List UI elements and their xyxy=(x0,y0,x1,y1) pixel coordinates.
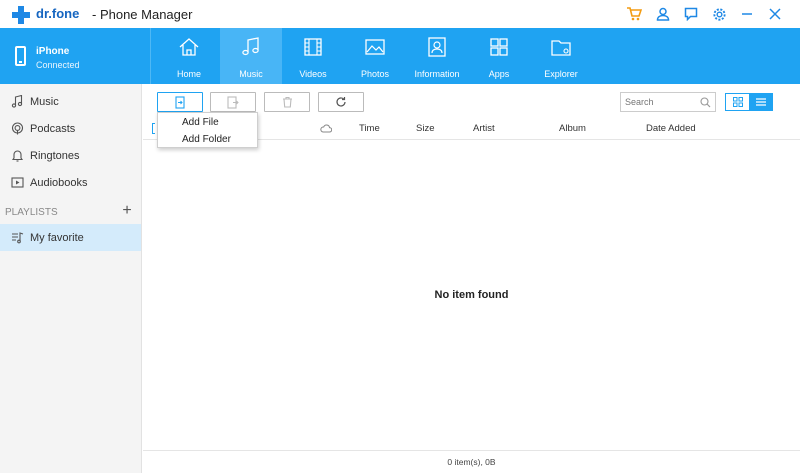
app-name: - Phone Manager xyxy=(92,7,193,22)
sidebar-item-audiobooks[interactable]: Audiobooks xyxy=(0,169,141,196)
tab-home[interactable]: Home xyxy=(158,28,220,84)
search-box xyxy=(620,92,716,112)
contact-card-icon xyxy=(428,37,446,57)
grid-view-button[interactable] xyxy=(726,94,749,110)
minimize-icon[interactable] xyxy=(736,4,758,24)
sidebar-item-label: Ringtones xyxy=(30,149,80,162)
refresh-icon xyxy=(336,97,346,107)
music-icon xyxy=(242,37,259,56)
column-album[interactable]: Album xyxy=(559,123,586,134)
playlist-icon xyxy=(12,232,24,244)
delete-button[interactable] xyxy=(264,92,310,112)
tab-information-label: Information xyxy=(414,69,460,79)
tab-home-label: Home xyxy=(176,69,201,79)
drfone-logo-icon xyxy=(12,6,30,24)
column-time[interactable]: Time xyxy=(359,123,380,134)
brand-name: dr.fone xyxy=(36,6,80,21)
playlists-header-label: PLAYLISTS xyxy=(5,206,58,218)
add-button[interactable] xyxy=(157,92,203,112)
sidebar-item-label: My favorite xyxy=(30,231,84,244)
export-button[interactable] xyxy=(210,92,256,112)
sidebar-item-label: Audiobooks xyxy=(30,176,88,189)
playlists-header: PLAYLISTS + xyxy=(0,200,141,224)
search-input[interactable] xyxy=(621,93,697,111)
export-icon xyxy=(227,95,239,109)
tab-apps-label: Apps xyxy=(488,69,510,79)
empty-message: No item found xyxy=(434,289,509,301)
tab-photos-label: Photos xyxy=(360,69,390,79)
sidebar: Music Podcasts Ringtones Audiobooks PLAY… xyxy=(0,84,142,473)
trash-icon xyxy=(282,96,292,108)
view-toggle xyxy=(725,93,773,111)
device-name: iPhone xyxy=(36,46,70,57)
tab-information[interactable]: Information xyxy=(406,28,468,84)
column-artist[interactable]: Artist xyxy=(473,123,495,134)
add-file-icon xyxy=(175,95,185,109)
film-icon xyxy=(304,38,322,56)
refresh-button[interactable] xyxy=(318,92,364,112)
select-all-checkbox[interactable] xyxy=(152,123,155,134)
cart-icon[interactable] xyxy=(623,4,645,24)
cloud-icon xyxy=(320,124,332,133)
sidebar-item-music[interactable]: Music xyxy=(0,88,141,115)
image-icon xyxy=(365,39,385,55)
title-bar: dr.fone - Phone Manager xyxy=(0,0,800,28)
list-view-button[interactable] xyxy=(749,94,772,110)
folder-icon xyxy=(551,40,571,56)
tab-photos[interactable]: Photos xyxy=(344,28,406,84)
search-icon[interactable] xyxy=(700,97,711,108)
sidebar-item-label: Music xyxy=(30,95,59,108)
sidebar-item-podcasts[interactable]: Podcasts xyxy=(0,115,141,142)
sidebar-item-label: Podcasts xyxy=(30,122,76,135)
tab-explorer-label: Explorer xyxy=(544,69,578,79)
column-date-added[interactable]: Date Added xyxy=(646,123,696,134)
podcast-icon xyxy=(11,122,24,135)
sidebar-item-ringtones[interactable]: Ringtones xyxy=(0,142,141,169)
music-note-icon xyxy=(11,95,23,108)
phone-icon xyxy=(15,46,26,66)
audiobook-icon xyxy=(11,177,24,188)
top-navigation-bar: iPhone Connected Home Music Videos Photo… xyxy=(0,28,800,84)
add-playlist-button[interactable]: + xyxy=(119,202,135,220)
tab-videos-label: Videos xyxy=(299,69,327,79)
feedback-icon[interactable] xyxy=(680,4,702,24)
sidebar-item-my-favorite[interactable]: My favorite xyxy=(0,224,141,251)
tab-music[interactable]: Music xyxy=(220,28,282,84)
nav-divider xyxy=(150,28,151,84)
main-nav: Home Music Videos Photos Information App… xyxy=(158,28,592,84)
apps-grid-icon xyxy=(490,38,508,56)
tab-music-label: Music xyxy=(239,69,263,79)
song-list-area: No item found xyxy=(143,140,800,450)
menu-item-add-file[interactable]: Add File xyxy=(158,114,257,130)
tab-videos[interactable]: Videos xyxy=(282,28,344,84)
user-icon[interactable] xyxy=(652,4,674,24)
add-dropdown-menu: Add File Add Folder xyxy=(157,112,258,148)
column-size[interactable]: Size xyxy=(416,123,434,134)
tab-explorer[interactable]: Explorer xyxy=(530,28,592,84)
tab-apps[interactable]: Apps xyxy=(468,28,530,84)
close-icon[interactable] xyxy=(764,4,786,24)
home-icon xyxy=(179,38,199,56)
device-panel[interactable]: iPhone Connected xyxy=(0,28,150,84)
menu-item-add-folder[interactable]: Add Folder xyxy=(158,131,257,147)
gear-icon[interactable] xyxy=(708,4,730,24)
status-bar: 0 item(s), 0B xyxy=(143,450,800,473)
grid-view-icon xyxy=(732,97,743,107)
device-status: Connected xyxy=(36,60,80,70)
bell-icon xyxy=(11,150,24,162)
item-count-status: 0 item(s), 0B xyxy=(447,457,496,467)
list-view-icon xyxy=(755,98,766,106)
